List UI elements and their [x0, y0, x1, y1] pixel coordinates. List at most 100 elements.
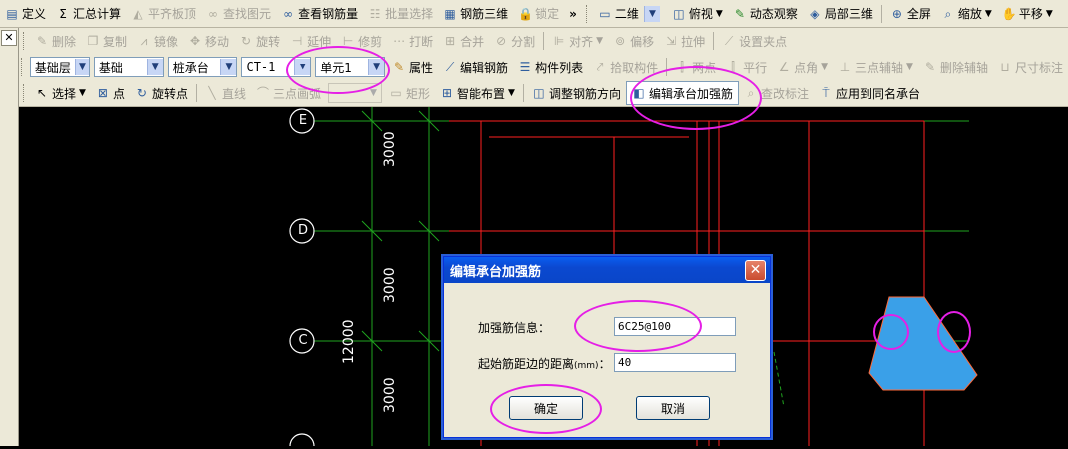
- delete-button[interactable]: ✎ 删除: [30, 30, 81, 52]
- set-grip-button[interactable]: ⟋ 设置夹点: [717, 30, 792, 52]
- move-button[interactable]: ✥ 移动: [183, 30, 234, 52]
- dimension-button[interactable]: ⊔ 尺寸标注: [993, 56, 1068, 78]
- smart-layout-button[interactable]: ⊞ 智能布置 ▼: [435, 82, 520, 104]
- point-angle-button[interactable]: ∠ 点角 ▼: [772, 56, 833, 78]
- rebar-icon: ⟋: [445, 60, 455, 74]
- dialog-close-button[interactable]: ✕: [745, 260, 766, 281]
- edit-rebar-button[interactable]: ⟋ 编辑钢筋: [438, 56, 513, 78]
- angle-icon: ∠: [778, 60, 790, 74]
- offset-button[interactable]: ⊚ 偏移: [608, 30, 659, 52]
- break-icon: ⋯: [393, 34, 406, 48]
- grip-point-icon: ⟋: [724, 34, 734, 48]
- eraser-icon: ✎: [36, 34, 48, 48]
- top-view-button[interactable]: ◫ 俯视 ▼: [667, 3, 728, 25]
- align-slab-top-button[interactable]: ◭ 平齐板顶: [126, 3, 201, 25]
- split-icon: ⊘: [496, 34, 507, 48]
- edit-toolbar: ✎ 删除 ❐ 复制 ⩘ 镜像 ✥ 移动 ↻ 旋转 ⊣ 延伸 ⊢ 修剪 ⋯ 打断 ⊞ 合并 ⊘ 分割 …: [19, 28, 1068, 55]
- select-button[interactable]: ↖ 选择 ▼: [30, 82, 91, 104]
- lock-icon: 🔒: [518, 6, 534, 21]
- magnifier-icon: ⌕: [944, 6, 952, 21]
- pick-icon: ⤤: [596, 60, 604, 74]
- more-button[interactable]: »: [564, 3, 582, 25]
- split-button[interactable]: ⊘ 分割: [489, 30, 540, 52]
- mirror-icon: ⩘: [140, 34, 148, 48]
- hand-icon: ✋: [1001, 6, 1017, 21]
- zoom-button[interactable]: ⌕ 缩放 ▼: [936, 3, 997, 25]
- axis-label-e: E: [298, 113, 308, 128]
- lock-button[interactable]: 🔒 锁定: [513, 3, 564, 25]
- axis-bubble-b: [289, 433, 315, 447]
- stretch-button[interactable]: ⇲ 拉伸: [659, 30, 710, 52]
- break-button[interactable]: ⋯ 打断: [387, 30, 438, 52]
- start-distance-input[interactable]: [614, 353, 736, 372]
- highlight-rebar-input: [574, 300, 702, 352]
- total-dimension: 12000: [341, 319, 357, 364]
- highlight-cap-right: [937, 311, 971, 353]
- summary-calc-button[interactable]: Σ 汇总计算: [51, 3, 126, 25]
- align-icon: ⊫: [553, 34, 565, 48]
- pan-button[interactable]: ✋ 平移 ▼: [997, 3, 1058, 25]
- dynamic-view-button[interactable]: ✎ 动态观察: [728, 3, 803, 25]
- cursor-icon: ↖: [36, 86, 48, 100]
- cancel-button[interactable]: 取消: [636, 396, 710, 420]
- cube-icon: ◫: [673, 6, 685, 21]
- orbit-icon: ✎: [734, 6, 745, 21]
- view-rebar-qty-button[interactable]: ∞ 查看钢筋量: [276, 3, 363, 25]
- binoculars-icon: ∞: [208, 6, 219, 21]
- start-distance-label: 起始筋距边的距离(mm)：: [478, 357, 611, 371]
- eraser-icon: ✎: [924, 60, 935, 74]
- properties-button[interactable]: ✎ 属性: [387, 56, 438, 78]
- axis-icon: ⊥: [839, 60, 851, 74]
- chevron-down-icon: ▼: [74, 59, 89, 75]
- axis-label-c: C: [298, 333, 308, 348]
- rotate-point-button[interactable]: ↻ 旋转点: [130, 82, 193, 104]
- highlight-ok-button: [490, 384, 602, 434]
- delete-axis-button[interactable]: ✎ 删除辅轴: [918, 56, 993, 78]
- line-icon: ╲: [208, 86, 216, 100]
- merge-button[interactable]: ⊞ 合并: [438, 30, 489, 52]
- span-dimension-1: 3000: [382, 131, 398, 167]
- component-list-button[interactable]: ☰ 构件列表: [513, 56, 588, 78]
- three-point-axis-button[interactable]: ⊥ 三点辅轴 ▼: [833, 56, 918, 78]
- draw-toolbar: ↖ 选择 ▼ ⊠ 点 ↻ 旋转点 ╲ 直线 ⌒ 三点画弧 ▼ ▭ 矩形 ⊞ 智能布置 ▼ ◫ 调整钢…: [19, 80, 1068, 107]
- floor-select[interactable]: 基础层 ▼: [29, 57, 90, 77]
- merge-icon: ⊞: [445, 34, 456, 48]
- stretch-icon: ⇲: [666, 34, 677, 48]
- apply-same-name-button[interactable]: ⍑ 应用到同名承台: [814, 82, 925, 104]
- fullscreen-button[interactable]: ⊕ 全屏: [885, 3, 936, 25]
- glasses-icon: ∞: [283, 6, 294, 21]
- smart-layout-icon: ⊞: [441, 86, 453, 100]
- move-icon: ✥: [190, 34, 201, 48]
- find-element-button[interactable]: ∞ 查找图元: [201, 3, 276, 25]
- mirror-button[interactable]: ⩘ 镜像: [132, 30, 183, 52]
- close-icon[interactable]: ✕: [1, 30, 17, 46]
- component-toolbar: 基础层 ▼ 基础 ▼ 桩承台 ▼ CT-1 ▼ 单元1 ▼ ✎ 属性 ⟋ 编辑钢筋 ☰ 构件列表…: [19, 54, 1068, 81]
- local-3d-button[interactable]: ◈ 局部三维: [803, 3, 878, 25]
- rotate-icon: ↻: [241, 34, 252, 48]
- copy-button[interactable]: ❐ 复制: [81, 30, 132, 52]
- adjust-rebar-direction-button[interactable]: ◫ 调整钢筋方向: [527, 82, 626, 104]
- view-2d-dropdown[interactable]: ▭ 二维 ▼: [593, 3, 667, 25]
- dialog-title: 编辑承台加强筋: [444, 257, 770, 283]
- dimension-icon: ⊔: [1000, 60, 1010, 74]
- batch-select-button[interactable]: ☷ 批量选择: [363, 3, 438, 25]
- batch-select-icon: ☷: [369, 6, 381, 21]
- left-panel-strip: [0, 28, 19, 446]
- span-dimension-2: 3000: [382, 267, 398, 303]
- rect-button[interactable]: ▭ 矩形: [384, 82, 435, 104]
- line-button[interactable]: ╲ 直线: [200, 82, 251, 104]
- rebar-3d-button[interactable]: ▦ 钢筋三维: [438, 3, 513, 25]
- define-button[interactable]: ▤ 定义: [0, 3, 51, 25]
- rebar-info-label: 加强筋信息：: [478, 321, 551, 335]
- brush-icon: ⍑: [822, 86, 830, 100]
- rotate-button[interactable]: ↻ 旋转: [234, 30, 285, 52]
- align-button[interactable]: ⊫ 对齐 ▼: [547, 30, 608, 52]
- span-dimension-3: 3000: [382, 377, 398, 413]
- offset-icon: ⊚: [615, 34, 626, 48]
- category-select[interactable]: 基础 ▼: [93, 57, 164, 77]
- component-type-select[interactable]: 桩承台 ▼: [167, 57, 238, 77]
- point-button[interactable]: ⊠ 点: [91, 82, 130, 104]
- sigma-icon: Σ: [59, 6, 67, 21]
- toolbar-grip[interactable]: [585, 4, 590, 23]
- point-icon: ⊠: [97, 86, 108, 100]
